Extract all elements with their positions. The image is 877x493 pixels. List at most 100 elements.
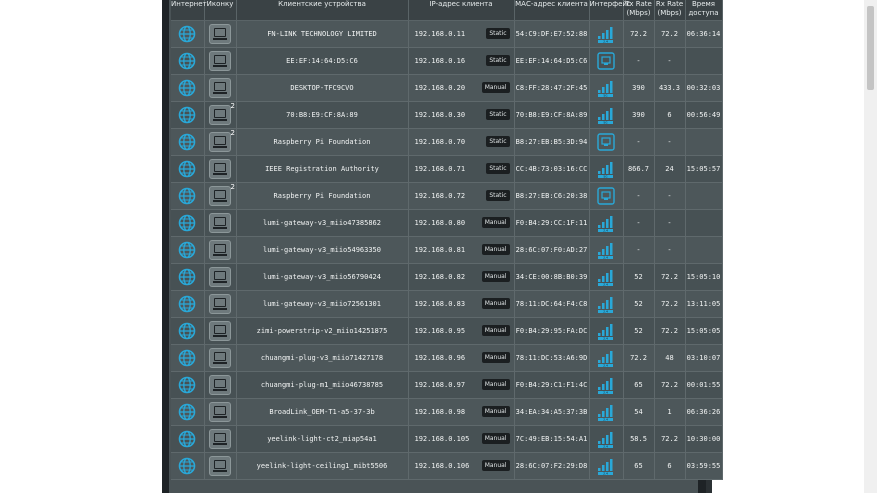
computer-icon[interactable] (209, 456, 231, 476)
ip-mode-badge[interactable]: Manual (481, 217, 510, 228)
icon-cell[interactable] (204, 425, 237, 453)
device-name[interactable]: DESKTOP-TFC9CVO (236, 74, 409, 102)
header-mac[interactable]: МАС-адрес клиента (514, 0, 590, 21)
globe-icon[interactable] (178, 79, 196, 97)
table-row[interactable]: lumi-gateway-v3_miio54963350 192.168.0.81… (171, 236, 723, 264)
internet-cell[interactable] (171, 290, 205, 318)
internet-cell[interactable] (171, 398, 205, 426)
globe-icon[interactable] (178, 133, 196, 151)
computer-icon[interactable] (209, 240, 231, 260)
computer-icon[interactable] (209, 267, 231, 287)
device-name[interactable]: lumi-gateway-v3_miio56790424 (236, 263, 409, 291)
computer-icon[interactable] (209, 429, 231, 449)
computer-icon[interactable] (209, 402, 231, 422)
globe-icon[interactable] (178, 376, 196, 394)
ip-mode-badge[interactable]: Static (486, 136, 510, 147)
device-name[interactable]: lumi-gateway-v3_miio47385862 (236, 209, 409, 237)
internet-cell[interactable] (171, 371, 205, 399)
icon-cell[interactable] (204, 290, 237, 318)
table-row[interactable]: FN-LINK TECHNOLOGY LIMITED 192.168.0.11 St… (171, 20, 723, 48)
icon-cell[interactable] (204, 209, 237, 237)
device-name[interactable]: EE:EF:14:64:D5:C6 (236, 47, 409, 75)
device-name[interactable]: lumi-gateway-v3_miio72561301 (236, 290, 409, 318)
globe-icon[interactable] (178, 52, 196, 70)
ip-mode-badge[interactable]: Manual (481, 298, 510, 309)
device-name[interactable]: FN-LINK TECHNOLOGY LIMITED (236, 20, 409, 48)
ip-mode-badge[interactable]: Manual (481, 352, 510, 363)
internet-cell[interactable] (171, 128, 205, 156)
internet-cell[interactable] (171, 236, 205, 264)
table-row[interactable]: EE:EF:14:64:D5:C6 192.168.0.16 Static EE:EF… (171, 47, 723, 75)
table-row[interactable]: lumi-gateway-v3_miio56790424 192.168.0.82… (171, 263, 723, 291)
device-name[interactable]: chuangmi-plug-v3_miio71427178 (236, 344, 409, 372)
ip-mode-badge[interactable]: Manual (481, 460, 510, 471)
computer-icon[interactable] (209, 159, 231, 179)
device-name[interactable]: lumi-gateway-v3_miio54963350 (236, 236, 409, 264)
header-rx-rate[interactable]: Rx Rate (Mbps) (654, 0, 686, 21)
icon-cell[interactable]: 2 (204, 128, 237, 156)
computer-icon[interactable] (209, 348, 231, 368)
table-row[interactable]: DESKTOP-TFC9CVO 192.168.0.20 Manual C8:FF:2… (171, 74, 723, 102)
computer-icon[interactable] (209, 78, 231, 98)
internet-cell[interactable] (171, 20, 205, 48)
table-row[interactable]: chuangmi-plug-m1_miio46738785 192.168.0.9… (171, 371, 723, 399)
ip-mode-badge[interactable]: Manual (481, 406, 510, 417)
icon-cell[interactable] (204, 47, 237, 75)
header-ip[interactable]: IP-адрес клиента (408, 0, 515, 21)
icon-cell[interactable] (204, 74, 237, 102)
computer-icon[interactable] (209, 213, 231, 233)
device-name[interactable]: zimi-powerstrip-v2_miio14251875 (236, 317, 409, 345)
icon-cell[interactable]: 2 (204, 182, 237, 210)
device-name[interactable]: Raspberry Pi Foundation (236, 182, 409, 210)
globe-icon[interactable] (178, 106, 196, 124)
table-row[interactable]: lumi-gateway-v3_miio47385862 192.168.0.80… (171, 209, 723, 237)
ip-mode-badge[interactable]: Static (486, 55, 510, 66)
header-icon[interactable]: Иконку (204, 0, 237, 21)
globe-icon[interactable] (178, 457, 196, 475)
globe-icon[interactable] (178, 403, 196, 421)
globe-icon[interactable] (178, 25, 196, 43)
internet-cell[interactable] (171, 317, 205, 345)
computer-icon[interactable] (209, 375, 231, 395)
table-row[interactable]: BroadLink_OEM-T1-a5-37-3b 192.168.0.98 Man… (171, 398, 723, 426)
header-internet[interactable]: Интернет (171, 0, 207, 21)
icon-cell[interactable] (204, 263, 237, 291)
internet-cell[interactable] (171, 182, 205, 210)
table-row[interactable]: yeelink-light-ct2_miap54a1 192.168.0.105 M… (171, 425, 723, 453)
ip-mode-badge[interactable]: Manual (481, 379, 510, 390)
icon-cell[interactable] (204, 371, 237, 399)
icon-cell[interactable]: 2 (204, 101, 237, 129)
computer-icon[interactable]: 2 (209, 183, 235, 206)
internet-cell[interactable] (171, 425, 205, 453)
internet-cell[interactable] (171, 344, 205, 372)
internet-cell[interactable] (171, 155, 205, 183)
globe-icon[interactable] (178, 349, 196, 367)
icon-cell[interactable] (204, 155, 237, 183)
icon-cell[interactable] (204, 452, 237, 480)
computer-icon[interactable] (209, 294, 231, 314)
computer-icon[interactable]: 2 (209, 102, 235, 125)
internet-cell[interactable] (171, 209, 205, 237)
globe-icon[interactable] (178, 430, 196, 448)
computer-icon[interactable] (209, 51, 231, 71)
ip-mode-badge[interactable]: Manual (481, 325, 510, 336)
ip-mode-badge[interactable]: Static (486, 109, 510, 120)
device-name[interactable]: yeelink-light-ceiling1_mibt5506 (236, 452, 409, 480)
header-device[interactable]: Клиентские устройства (236, 0, 409, 21)
ip-mode-badge[interactable]: Static (486, 190, 510, 201)
internet-cell[interactable] (171, 74, 205, 102)
ip-mode-badge[interactable]: Manual (481, 82, 510, 93)
icon-cell[interactable] (204, 398, 237, 426)
globe-icon[interactable] (178, 322, 196, 340)
internet-cell[interactable] (171, 263, 205, 291)
table-row[interactable]: zimi-powerstrip-v2_miio14251875 192.168.0… (171, 317, 723, 345)
globe-icon[interactable] (178, 187, 196, 205)
globe-icon[interactable] (178, 241, 196, 259)
ip-mode-badge[interactable]: Static (486, 163, 510, 174)
ip-mode-badge[interactable]: Manual (481, 244, 510, 255)
globe-icon[interactable] (178, 295, 196, 313)
ip-mode-badge[interactable]: Manual (481, 433, 510, 444)
header-interface[interactable]: Интерфейс (589, 0, 631, 21)
device-name[interactable]: 70:B8:E9:CF:8A:89 (236, 101, 409, 129)
icon-cell[interactable] (204, 344, 237, 372)
